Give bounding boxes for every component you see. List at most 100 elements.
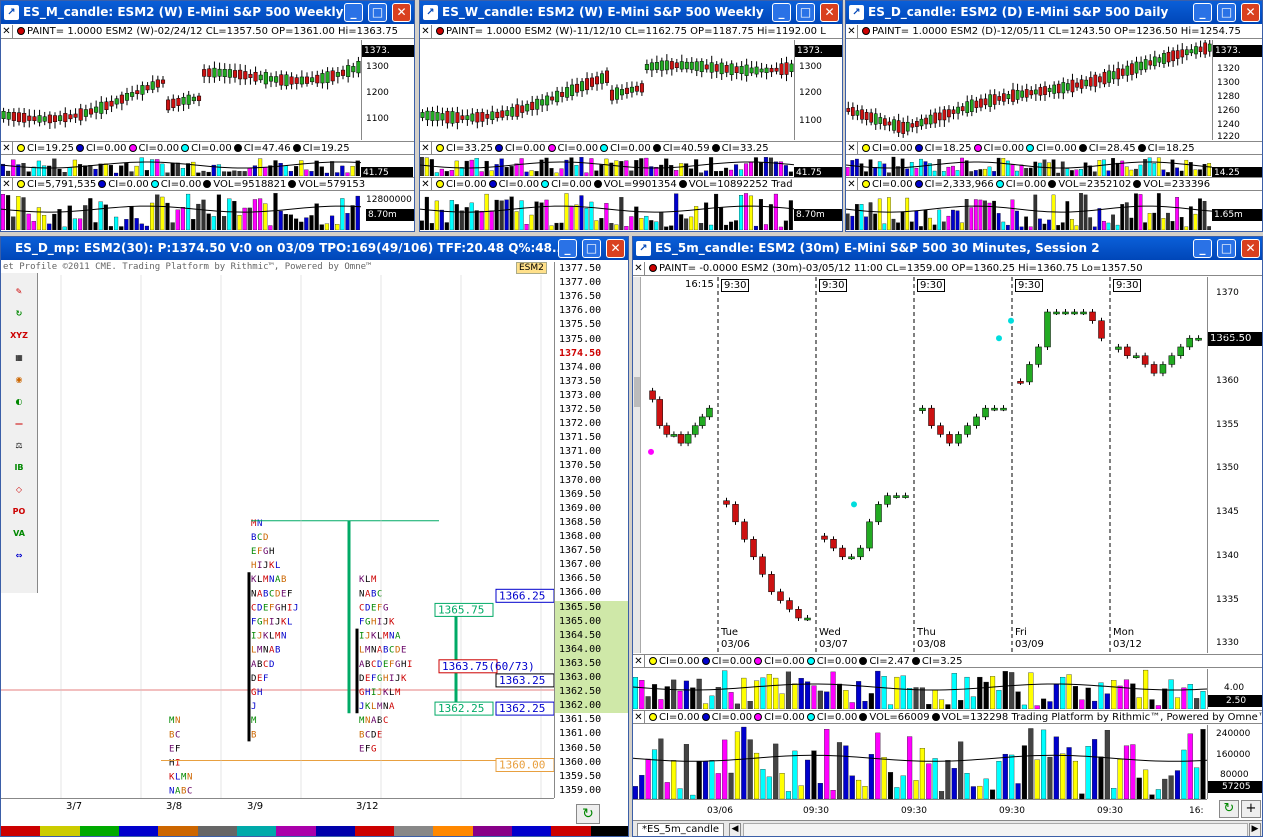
volume-bar [559,168,564,176]
volume-bar [155,194,160,230]
color-swatch[interactable] [276,826,316,836]
horizontal-scrollbar[interactable] [743,823,1248,836]
tool-7[interactable]: — [4,415,34,433]
volume-bar [129,206,134,230]
candle [119,94,124,104]
volume-bar [766,776,772,799]
color-swatch[interactable] [40,826,80,836]
minimize-button[interactable]: _ [344,3,363,22]
close-button[interactable]: ✕ [392,3,411,22]
maximize-button[interactable]: □ [1217,3,1236,22]
color-swatch[interactable] [1,826,41,836]
color-swatch[interactable] [315,826,355,836]
close-button[interactable]: ✕ [820,3,839,22]
close-button[interactable]: ✕ [1241,3,1260,22]
color-swatch[interactable] [79,826,119,836]
volume-bar [644,157,649,176]
color-swatch[interactable] [590,826,628,836]
volume-bar [722,739,728,799]
volume-bar [609,223,614,230]
color-swatch[interactable] [394,826,434,836]
volume-bar [569,157,574,176]
minimize-button[interactable]: _ [558,239,577,258]
axis-tick-label: 1360 [1216,375,1239,386]
color-swatch[interactable] [472,826,513,836]
volume-bar [454,160,459,176]
color-swatch[interactable] [158,826,198,836]
window-title-bar[interactable]: ↗ ES_5m_candle: ESM2 (30m) E-Mini S&P 500… [633,237,1262,260]
tpo-letter: B [257,660,262,670]
tool-6[interactable]: ◐ [4,393,34,411]
close-pane-icon[interactable]: ✕ [1,25,13,38]
volume-bar [324,223,330,230]
tool-4[interactable]: ▦ [4,349,34,367]
ladder-price: 1377.00 [559,277,602,289]
color-swatch[interactable] [197,826,237,836]
scrollbar-left[interactable] [633,277,641,653]
minimize-button[interactable]: _ [772,3,791,22]
maximize-button[interactable]: □ [796,3,815,22]
volume-bar [514,163,519,176]
volume-bar [634,206,639,230]
tool-10[interactable]: ◇ [4,481,34,499]
volume-bar [743,193,749,230]
volume-bar [932,690,938,709]
tool-1[interactable]: ✎ [4,283,34,301]
volume-bar [850,160,855,176]
tpo-letter: E [251,547,256,557]
volume-bar [273,193,278,230]
color-swatch[interactable] [433,826,473,836]
tab-es-5m-candle[interactable]: *ES_5m_candle [637,823,725,836]
minimize-button[interactable]: _ [1193,3,1212,22]
maximize-button[interactable]: □ [1217,239,1236,258]
volume-bar [639,680,645,709]
ladder-price: 1376.00 [559,305,602,317]
volume-bar [629,170,634,176]
minimize-button[interactable]: _ [1193,239,1212,258]
tool-13[interactable]: ⇔ [4,547,34,565]
volume-bar [474,210,479,230]
volume-bar [779,773,785,799]
tool-3[interactable]: XYZ [4,327,34,345]
tool-5[interactable]: ◉ [4,371,34,389]
volume-bar [47,223,52,230]
tpo-letter: H [263,618,268,628]
volume-bar [817,690,823,709]
candle [284,74,289,87]
color-swatch[interactable] [551,826,591,836]
tpo-letter: B [377,716,382,726]
refresh-button[interactable]: ↻ [1219,800,1239,818]
color-swatch[interactable] [118,826,159,836]
close-button[interactable]: ✕ [606,239,625,258]
indicator-header-2: ✕ CI=0.00 CI=0.00 CI=0.00 VOL=9901354 VOL=108… [420,177,842,191]
tpo-letter: G [371,744,376,754]
ladder-price: 1361.50 [559,714,602,726]
tool-9[interactable]: IB [4,459,34,477]
candle [78,108,83,121]
candle [1111,71,1116,80]
close-button[interactable]: ✕ [1241,239,1260,258]
tool-12[interactable]: VA [4,525,34,543]
tpo-letter: G [377,674,382,684]
zoom-in-button[interactable]: + [1241,800,1261,818]
maximize-button[interactable]: □ [368,3,387,22]
tool-11[interactable]: PO [4,503,34,521]
tool-8[interactable]: ⚖ [4,437,34,455]
scroll-right-button[interactable]: ▶ [1249,823,1261,836]
candle [1098,76,1102,83]
volume-bar [1111,214,1115,230]
color-swatch[interactable] [354,826,395,836]
window-title-bar[interactable]: ES_D_mp: ESM2(30): P:1374.50 V:0 on 03/0… [1,237,628,260]
tpo-letter: F [257,547,262,557]
volume-bar [319,166,324,176]
tool-2[interactable]: ↻ [4,305,34,323]
maximize-button[interactable]: □ [582,239,601,258]
color-swatch[interactable] [512,826,552,836]
color-swatch[interactable] [236,826,277,836]
volume-bar [1074,169,1079,176]
volume-bar [946,215,951,230]
ladder-price: 1370.00 [559,474,602,486]
intraday-volume-chart [633,726,1207,799]
refresh-button[interactable]: ↻ [576,804,600,824]
scroll-left-button[interactable]: ◀ [729,823,741,836]
